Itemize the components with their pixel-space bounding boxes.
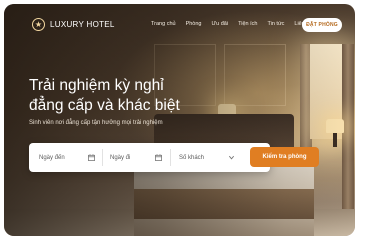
checkin-field[interactable]: Ngày đến	[39, 143, 95, 172]
hero-title-line-1: Trải nghiệm kỳ nghỉ	[29, 77, 164, 94]
calendar-icon	[154, 153, 162, 161]
nav-item-news[interactable]: Tin tức	[267, 21, 284, 27]
star-icon: ★	[32, 18, 45, 31]
checkout-field[interactable]: Ngày đi	[110, 143, 162, 172]
field-divider	[170, 149, 171, 166]
main-menu: Trang chủ Phòng Ưu đãi Tiện ích Tin tức …	[151, 21, 312, 27]
guests-label: Số khách	[179, 154, 205, 161]
brand-name: LUXURY HOTEL	[50, 20, 115, 29]
checkout-label: Ngày đi	[110, 154, 131, 161]
hero-title: Trải nghiệm kỳ nghỉ đẳng cấp và khác biệ…	[29, 76, 180, 116]
hero-title-line-2: đẳng cấp và khác biệt	[29, 97, 180, 114]
top-navbar: ★ LUXURY HOTEL Trang chủ Phòng Ưu đãi Ti…	[4, 4, 355, 38]
chevron-down-icon	[227, 153, 235, 161]
check-availability-button[interactable]: Kiểm tra phòng	[250, 147, 319, 167]
booking-search-form: Ngày đến Ngày đi Số khách	[29, 143, 270, 172]
book-now-button[interactable]: ĐẶT PHÒNG	[302, 18, 342, 32]
nav-item-home[interactable]: Trang chủ	[151, 21, 176, 27]
nav-item-amenities[interactable]: Tiện ích	[238, 21, 257, 27]
guests-select[interactable]: Số khách	[179, 143, 235, 172]
calendar-icon	[87, 153, 95, 161]
nav-item-rooms[interactable]: Phòng	[186, 21, 202, 27]
checkin-label: Ngày đến	[39, 154, 65, 161]
nav-item-offers[interactable]: Ưu đãi	[211, 21, 228, 27]
field-divider	[102, 149, 103, 166]
brand-logo[interactable]: ★ LUXURY HOTEL	[32, 18, 115, 31]
hero-subtitle: Sinh viên nơi đẳng cấp tận hưởng mọi trả…	[29, 120, 163, 126]
